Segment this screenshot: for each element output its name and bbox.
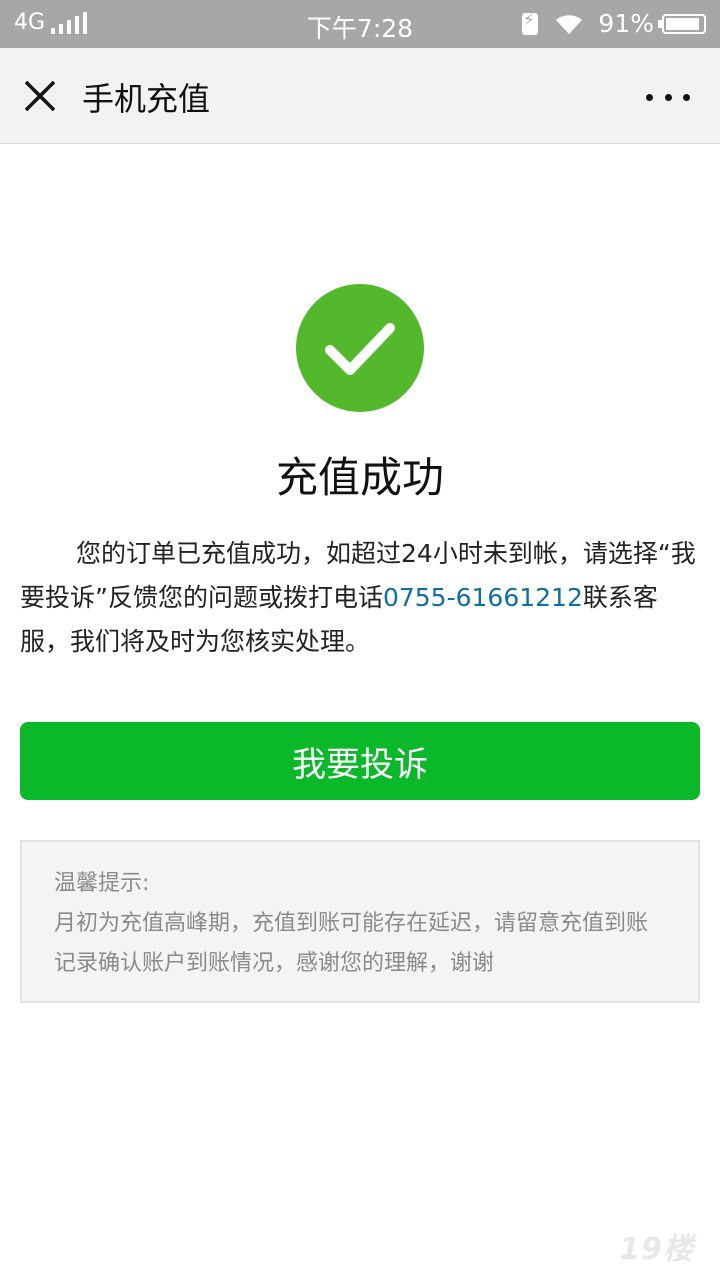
phone-link[interactable]: 0755-61661212 <box>383 583 583 612</box>
check-circle-icon <box>296 284 424 412</box>
wifi-icon <box>556 14 583 34</box>
close-icon <box>24 80 56 112</box>
check-mark-icon <box>325 323 395 375</box>
watermark-logo: 19楼 <box>619 1232 694 1267</box>
success-title: 充值成功 <box>275 453 444 502</box>
more-dot <box>646 93 653 101</box>
battery-percent: 91% <box>598 9 654 38</box>
battery-icon <box>658 13 706 34</box>
tips-heading: 温馨提示: <box>54 871 150 896</box>
nav-bar: 手机充值 <box>0 48 720 144</box>
status-right: 91% <box>522 9 706 38</box>
close-button[interactable] <box>18 74 62 118</box>
more-dot <box>683 93 690 101</box>
tips-box: 温馨提示: 月初为充值高峰期，充值到账可能存在延迟，请留意充值到账记录确认账户到… <box>20 840 700 1003</box>
result-description: 您的订单已充值成功，如超过24小时未到帐，请选择“我要投诉”反馈您的问题或拨打电… <box>20 532 700 664</box>
page-title: 手机充值 <box>82 80 211 118</box>
complain-button[interactable]: 我要投诉 <box>20 722 700 800</box>
tips-body: 月初为充值高峰期，充值到账可能存在延迟，请留意充值到账记录确认账户到账情况，感谢… <box>54 911 649 976</box>
charging-icon <box>522 10 539 35</box>
more-dot <box>664 93 672 101</box>
more-button[interactable] <box>646 82 690 112</box>
status-bar: 4G 下午7:28 91% <box>0 0 720 48</box>
